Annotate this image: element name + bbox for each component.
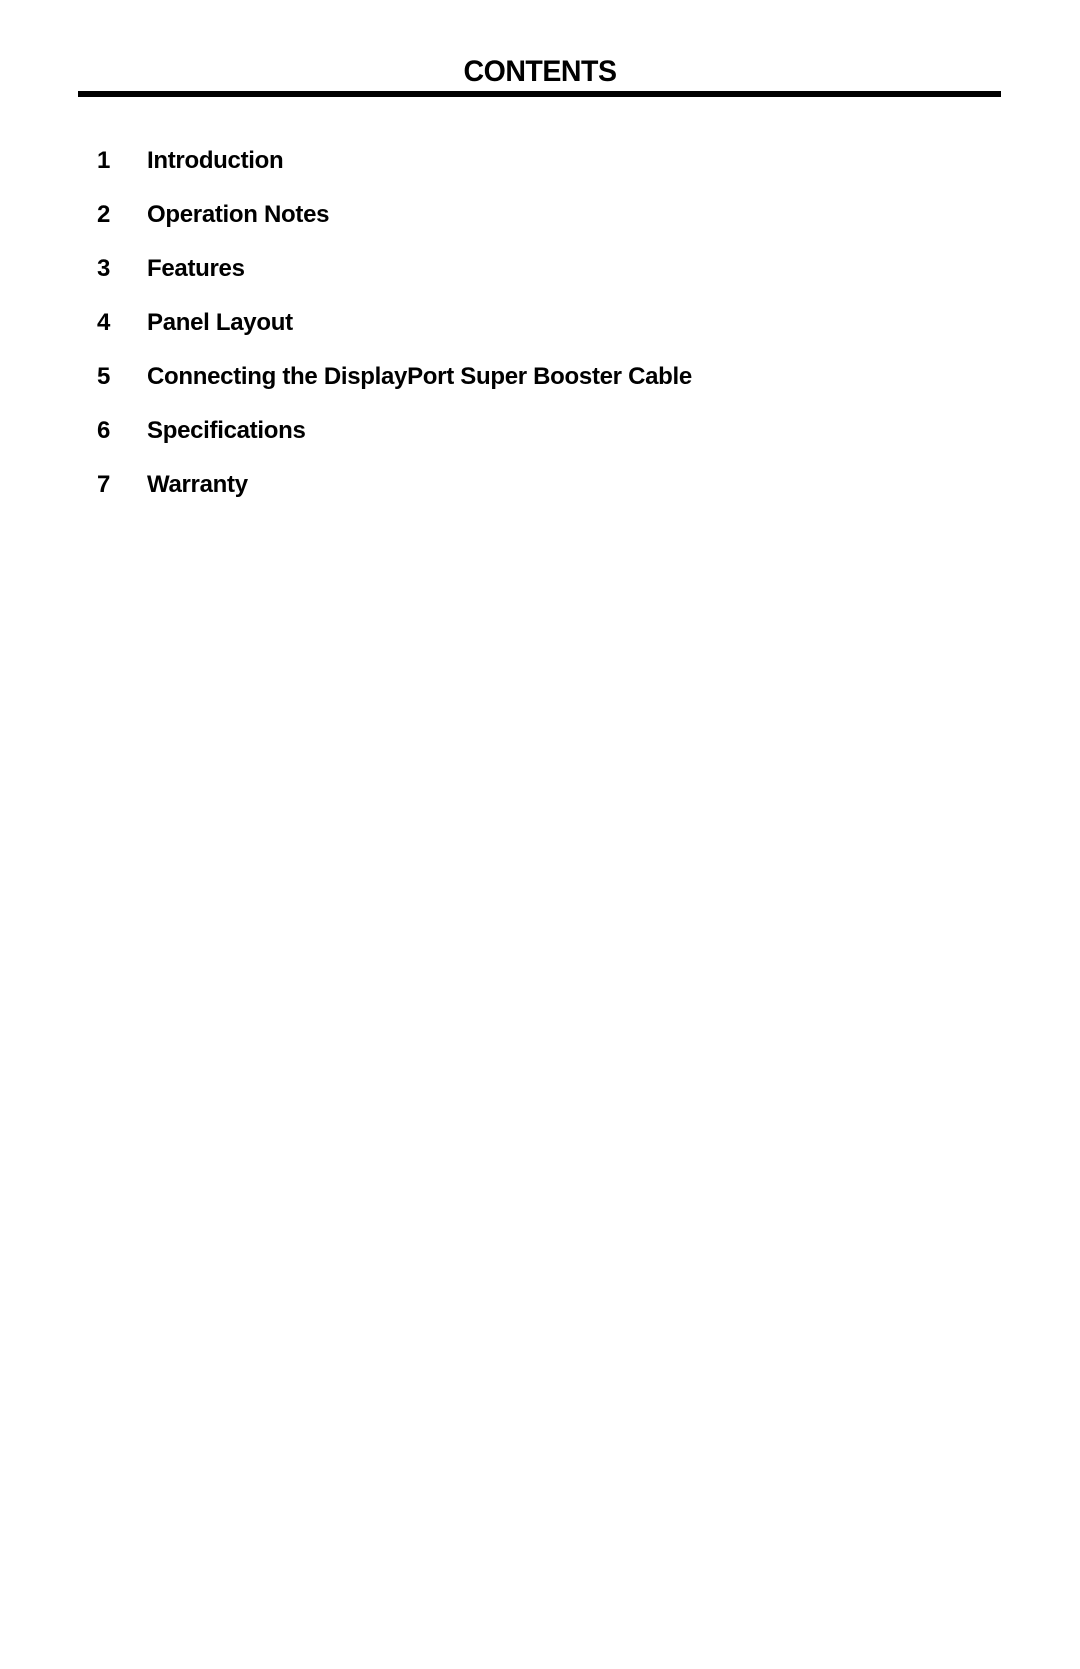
toc-item-number: 2 (97, 201, 111, 228)
toc-item-connecting-cable[interactable]: 5 Connecting the DisplayPort Super Boost… (97, 362, 692, 416)
toc-item-features[interactable]: 3 Features (97, 254, 692, 308)
table-of-contents: 1 Introduction 2 Operation Notes 3 Featu… (97, 146, 692, 524)
toc-item-number: 4 (97, 309, 111, 336)
toc-item-introduction[interactable]: 1 Introduction (97, 146, 692, 200)
toc-item-number: 6 (97, 417, 111, 444)
toc-item-label: Connecting the DisplayPort Super Booster… (147, 363, 692, 390)
toc-item-number: 3 (97, 255, 111, 282)
toc-item-operation-notes[interactable]: 2 Operation Notes (97, 200, 692, 254)
page-title: CONTENTS (463, 55, 617, 88)
toc-item-label: Operation Notes (147, 201, 330, 228)
toc-item-label: Panel Layout (147, 309, 293, 336)
toc-item-number: 1 (97, 147, 111, 174)
toc-item-label: Introduction (147, 147, 284, 174)
toc-item-label: Warranty (147, 471, 248, 498)
title-divider (78, 91, 1001, 97)
toc-item-number: 7 (97, 471, 111, 498)
toc-item-label: Specifications (147, 417, 306, 444)
toc-item-warranty[interactable]: 7 Warranty (97, 470, 692, 524)
toc-item-panel-layout[interactable]: 4 Panel Layout (97, 308, 692, 362)
toc-item-label: Features (147, 255, 245, 282)
toc-item-specifications[interactable]: 6 Specifications (97, 416, 692, 470)
toc-item-number: 5 (97, 363, 111, 390)
